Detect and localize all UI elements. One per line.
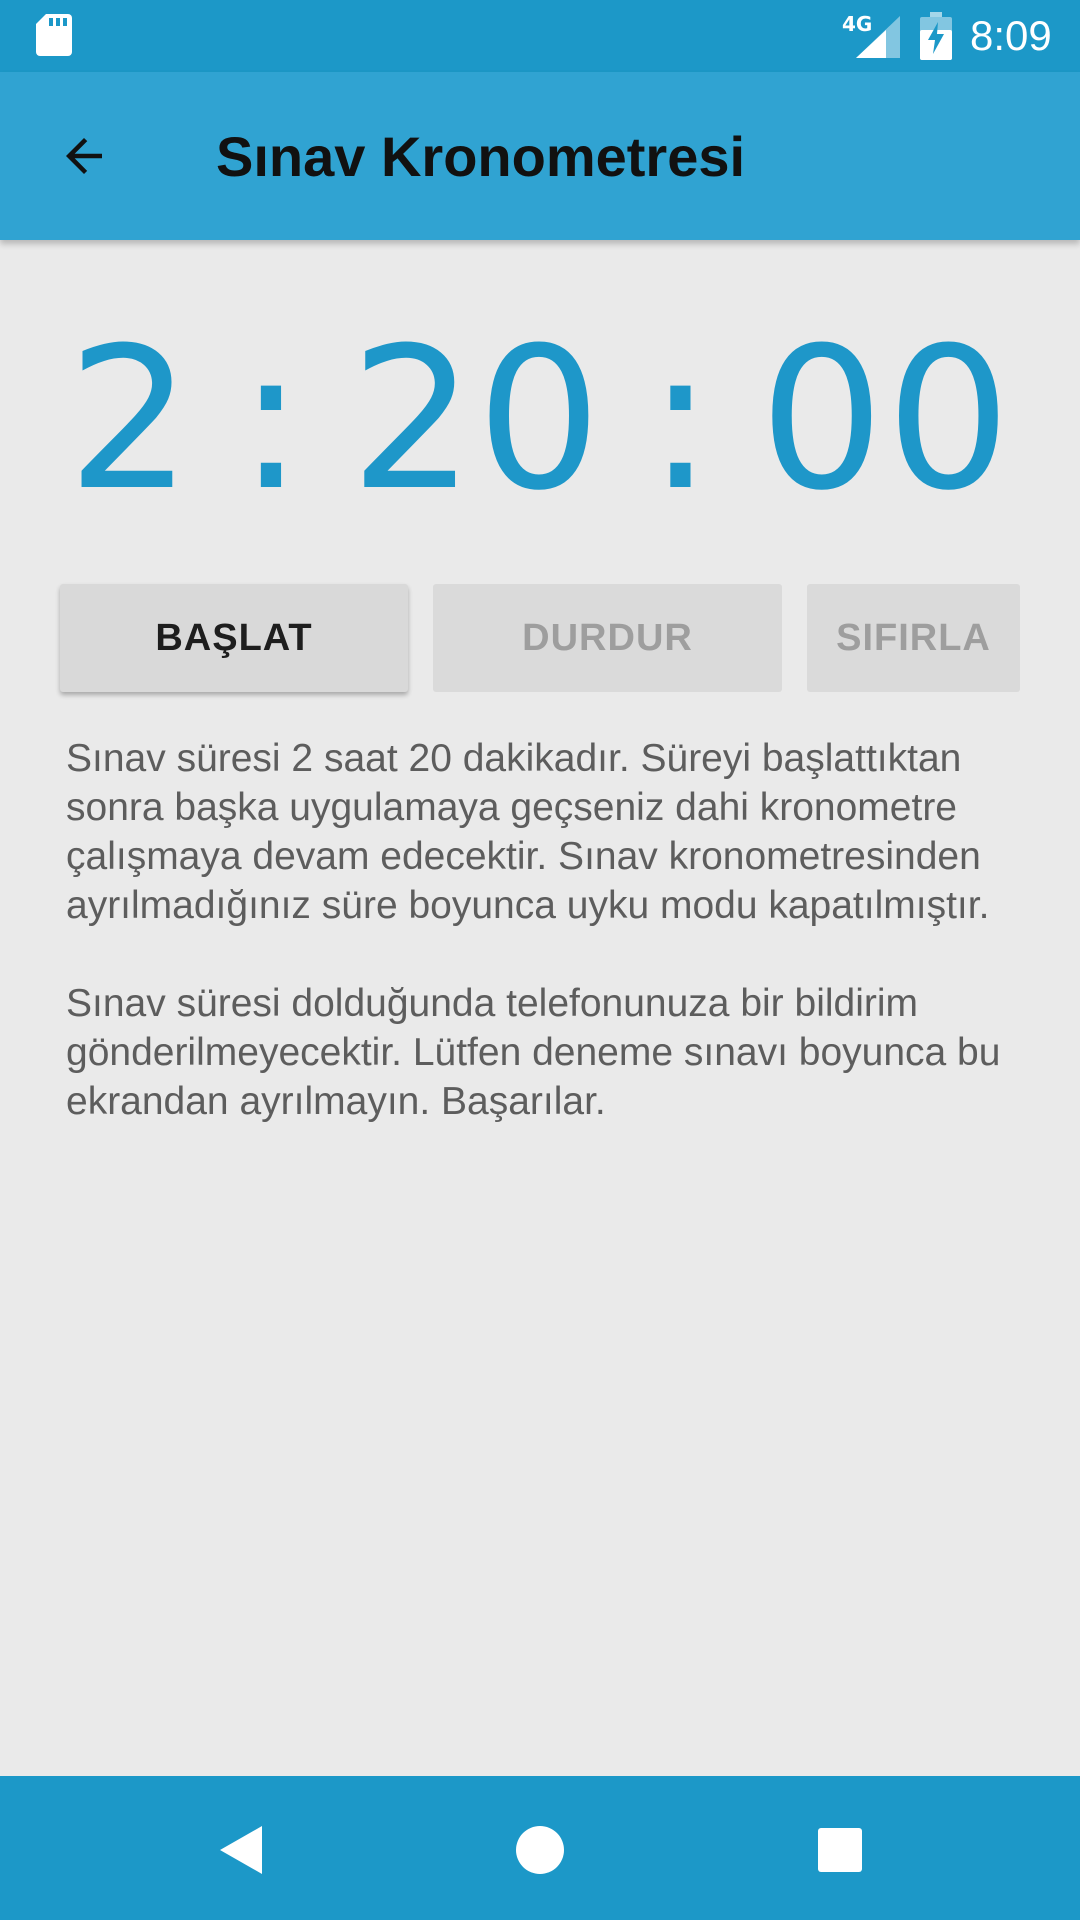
arrow-back-icon [66,138,102,174]
stop-button[interactable]: DURDUR [433,584,782,692]
nav-back-icon [220,1826,262,1874]
start-button[interactable]: BAŞLAT [60,584,408,692]
timer-display: 2 : 20 : 00 [0,320,1080,520]
sd-card-icon [36,14,72,56]
timer-hours: 2 [67,306,194,534]
nav-back-button[interactable] [202,1812,278,1888]
status-time: 8:09 [970,12,1052,59]
timer-separator: : [647,306,716,534]
battery-charging-icon [920,12,952,60]
description-paragraph: Sınav süresi dolduğunda telefonunuza bir… [66,982,1001,1123]
app-bar: Sınav Kronometresi [0,72,1080,240]
timer-separator: : [237,306,306,534]
reset-button[interactable]: SIFIRLA [807,584,1020,692]
network-indicator: 4G [842,12,900,58]
nav-recents-icon [818,1828,862,1872]
page-title: Sınav Kronometresi [216,125,746,188]
timer-minutes: 20 [349,306,604,534]
status-bar: 4G 8:09 [0,0,1080,72]
nav-recents-button[interactable] [802,1812,878,1888]
back-button[interactable] [44,116,124,196]
description-paragraph: Sınav süresi 2 saat 20 dakikadır. Süreyi… [66,737,990,927]
nav-home-button[interactable] [502,1812,578,1888]
timer-seconds: 00 [759,306,1013,534]
signal-icon [856,16,900,58]
nav-home-icon [516,1826,564,1874]
navigation-bar [0,1776,1080,1920]
description-text: Sınav süresi 2 saat 20 dakikadır. Süreyi… [66,734,1026,1175]
